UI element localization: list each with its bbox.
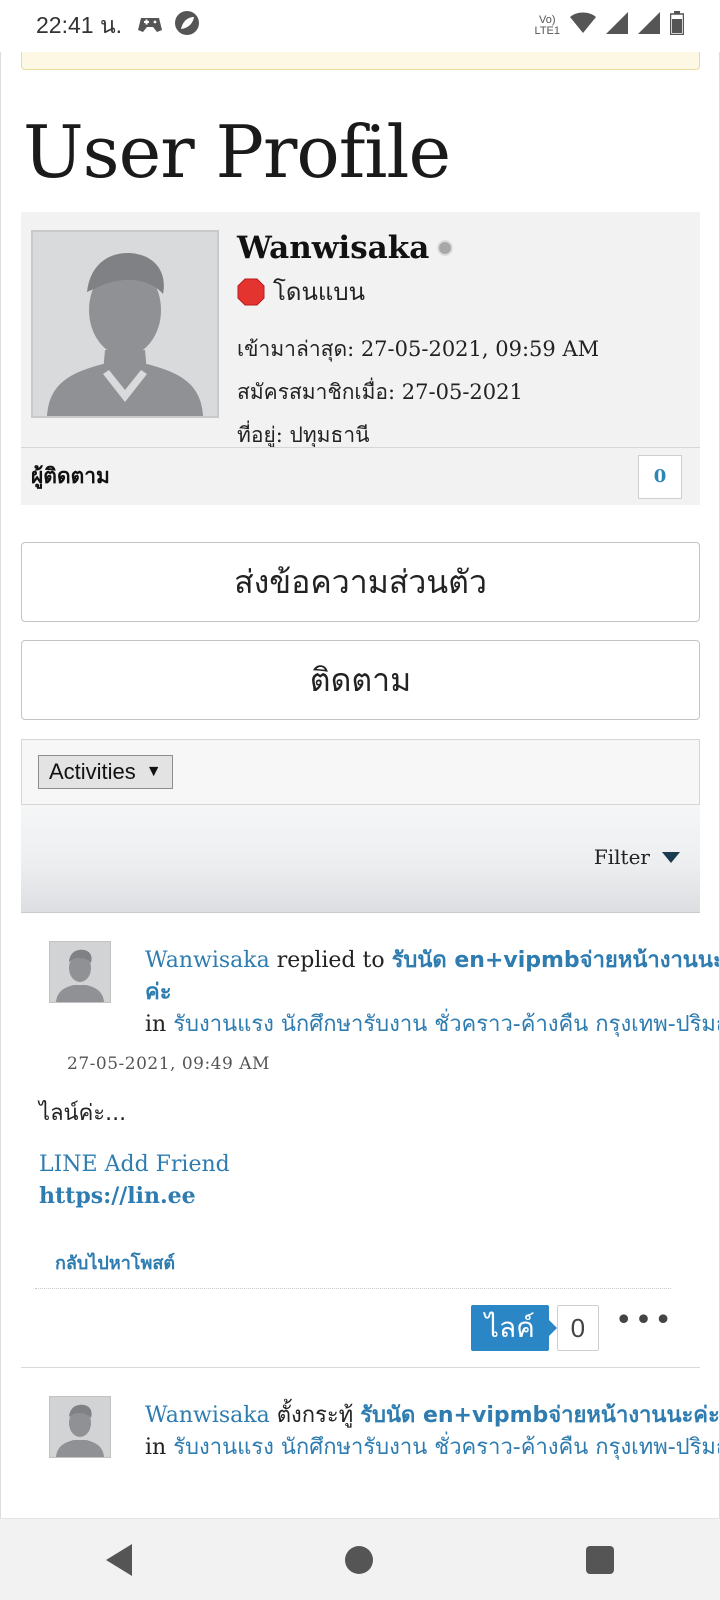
activity-header: Wanwisaka replied to รับนัด en+vipmbจ่าย… [145, 945, 719, 1041]
profile-username-row: Wanwisaka [237, 230, 599, 266]
filter-label: Filter [593, 845, 650, 869]
activity-verb: replied to [276, 948, 385, 973]
last-visit: เข้ามาล่าสุด: 27-05-2021, 09:59 AM [237, 337, 600, 361]
profile-username[interactable]: Wanwisaka [237, 230, 429, 266]
profile-card: Wanwisaka โดนแบน เข้ามาล่าสุด: 27-05-202… [21, 212, 700, 505]
game-controller-icon [138, 13, 163, 40]
system-nav-bar [0, 1518, 720, 1600]
activity-avatar[interactable] [49, 1396, 111, 1458]
activity-in-label: in [145, 1435, 167, 1460]
back-to-post-link[interactable]: กลับไปหาโพสต์ [55, 1248, 175, 1277]
battery-icon [669, 11, 685, 41]
status-bar: 22:41 น. Vo) LTE1 [0, 0, 720, 52]
ban-status: โดนแบน [237, 272, 599, 311]
volte-icon: Vo) LTE1 [534, 14, 560, 37]
send-private-message-button[interactable]: ส่งข้อความส่วนตัว [21, 542, 700, 622]
home-icon[interactable] [344, 1545, 373, 1574]
stop-sign-icon [237, 278, 265, 305]
more-options-icon[interactable]: ••• [615, 1306, 674, 1345]
filter-bar: Filter [21, 805, 700, 913]
activities-select[interactable]: Activities ▼ [38, 755, 173, 789]
activity-forum-link[interactable]: รับงานแรง นักศึกษารับงาน ชั่วคราว-ค้างคื… [173, 1012, 719, 1037]
activity-forum-line: in รับงานแรง นักศึกษารับงาน ชั่วคราว-ค้า… [145, 1009, 719, 1041]
status-icons-right: Vo) LTE1 [534, 11, 685, 41]
like-count: 0 [556, 1305, 599, 1351]
activity-topic-link[interactable]: รับนัด en+vipmbจ่ายหน้างานนะค่ะ [360, 1403, 719, 1428]
avatar [31, 230, 219, 418]
activity-user-link[interactable]: Wanwisaka [145, 1403, 270, 1428]
activity-avatar[interactable] [49, 941, 111, 1003]
wifi-icon [570, 12, 596, 40]
activity-in-label: in [145, 1012, 167, 1037]
activity-body: ไลน์ค่ะ... [39, 1101, 127, 1126]
recents-icon[interactable] [585, 1545, 614, 1574]
activity-header: Wanwisaka ตั้งกระทู้ รับนัด en+vipmbจ่าย… [145, 1400, 719, 1464]
page-content: User Profile Wanwisaka โดนแบน เข้ามาล่าส… [0, 52, 720, 1518]
profile-info: Wanwisaka โดนแบน เข้ามาล่าสุด: 27-05-202… [237, 230, 599, 452]
divider [35, 1288, 671, 1289]
followers-row: ผู้ติดตาม 0 [21, 447, 700, 505]
leaf-app-icon [174, 10, 200, 42]
default-avatar-icon [50, 1397, 110, 1457]
status-time: 22:41 น. [36, 12, 123, 38]
line-url-link[interactable]: https://lin.ee [39, 1183, 196, 1209]
network-label: LTE1 [534, 25, 560, 37]
like-button[interactable]: ไลค์ [470, 1305, 557, 1351]
page-title: User Profile [23, 110, 451, 194]
signal-icon [606, 12, 628, 40]
line-add-friend-link[interactable]: LINE Add Friend [39, 1152, 230, 1177]
dropdown-caret-icon: ▼ [145, 763, 162, 780]
filter-caret-icon [662, 851, 680, 863]
activity-forum-link[interactable]: รับงานแรง นักศึกษารับงาน ชั่วคราว-ค้างคื… [173, 1435, 719, 1460]
default-avatar-icon [50, 942, 110, 1002]
back-icon[interactable] [106, 1543, 133, 1576]
filter-button[interactable]: Filter [594, 845, 680, 869]
default-avatar-icon [33, 232, 217, 416]
ban-status-label: โดนแบน [273, 278, 365, 306]
followers-label: ผู้ติดตาม [31, 464, 110, 488]
activity-timestamp: 27-05-2021, 09:49 AM [67, 1054, 270, 1074]
notice-strip [21, 52, 700, 70]
divider [21, 1367, 700, 1368]
activity-verb: ตั้งกระทู้ [276, 1403, 354, 1428]
join-date: สมัครสมาชิกเมื่อ: 27-05-2021 [237, 380, 523, 404]
activities-select-value: Activities [49, 759, 136, 784]
followers-count[interactable]: 0 [638, 454, 682, 499]
follow-button[interactable]: ติดตาม [21, 640, 700, 720]
activity-user-link[interactable]: Wanwisaka [145, 948, 270, 973]
activity-forum-line: in รับงานแรง นักศึกษารับงาน ชั่วคราว-ค้า… [145, 1432, 719, 1464]
like-row: ไลค์ 0 ••• [470, 1305, 674, 1351]
offline-status-dot-icon [437, 240, 454, 256]
activities-bar: Activities ▼ [21, 739, 700, 805]
signal-icon-2 [638, 12, 660, 40]
